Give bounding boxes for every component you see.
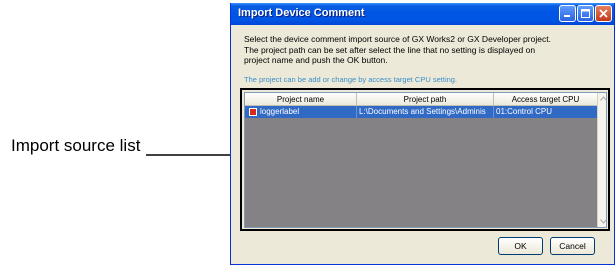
- cell-project-name: loggerlabel: [245, 106, 357, 118]
- vertical-scrollbar[interactable]: [597, 93, 606, 227]
- chevron-down-icon: [600, 219, 606, 224]
- cell-access-target-cpu: 01:Control CPU: [496, 107, 553, 116]
- project-icon: [249, 108, 257, 116]
- scroll-up-button[interactable]: [598, 93, 606, 104]
- column-header-project-name[interactable]: Project name: [245, 93, 357, 106]
- minimize-button[interactable]: [559, 5, 576, 22]
- import-device-comment-dialog: Import Device Comment Select the device …: [230, 3, 615, 265]
- maximize-button[interactable]: [577, 5, 594, 22]
- title-bar[interactable]: Import Device Comment: [231, 3, 614, 25]
- hint-text: The project can be add or change by acce…: [244, 75, 458, 84]
- import-source-list[interactable]: Project name Project path Access target …: [244, 92, 607, 228]
- column-header-project-path[interactable]: Project path: [357, 93, 494, 106]
- cell-project-path: L:\Documents and Settings\Adminis: [357, 106, 494, 118]
- list-header: Project name Project path Access target …: [245, 93, 597, 106]
- close-button[interactable]: [595, 5, 612, 22]
- cancel-button[interactable]: Cancel: [550, 237, 595, 255]
- ok-button[interactable]: OK: [498, 237, 543, 255]
- column-header-access-target-cpu[interactable]: Access target CPU: [494, 93, 597, 106]
- project-name-value: loggerlabel: [260, 107, 300, 116]
- description-text: Select the device comment import source …: [244, 34, 551, 65]
- close-icon: [599, 9, 608, 18]
- import-source-list-highlight: Project name Project path Access target …: [240, 88, 610, 231]
- table-row[interactable]: loggerlabel L:\Documents and Settings\Ad…: [245, 106, 597, 118]
- maximize-icon: [581, 9, 590, 18]
- scroll-down-button[interactable]: [598, 216, 606, 227]
- chevron-up-icon: [600, 96, 606, 101]
- minimize-icon: [564, 15, 570, 17]
- window-title: Import Device Comment: [238, 7, 365, 19]
